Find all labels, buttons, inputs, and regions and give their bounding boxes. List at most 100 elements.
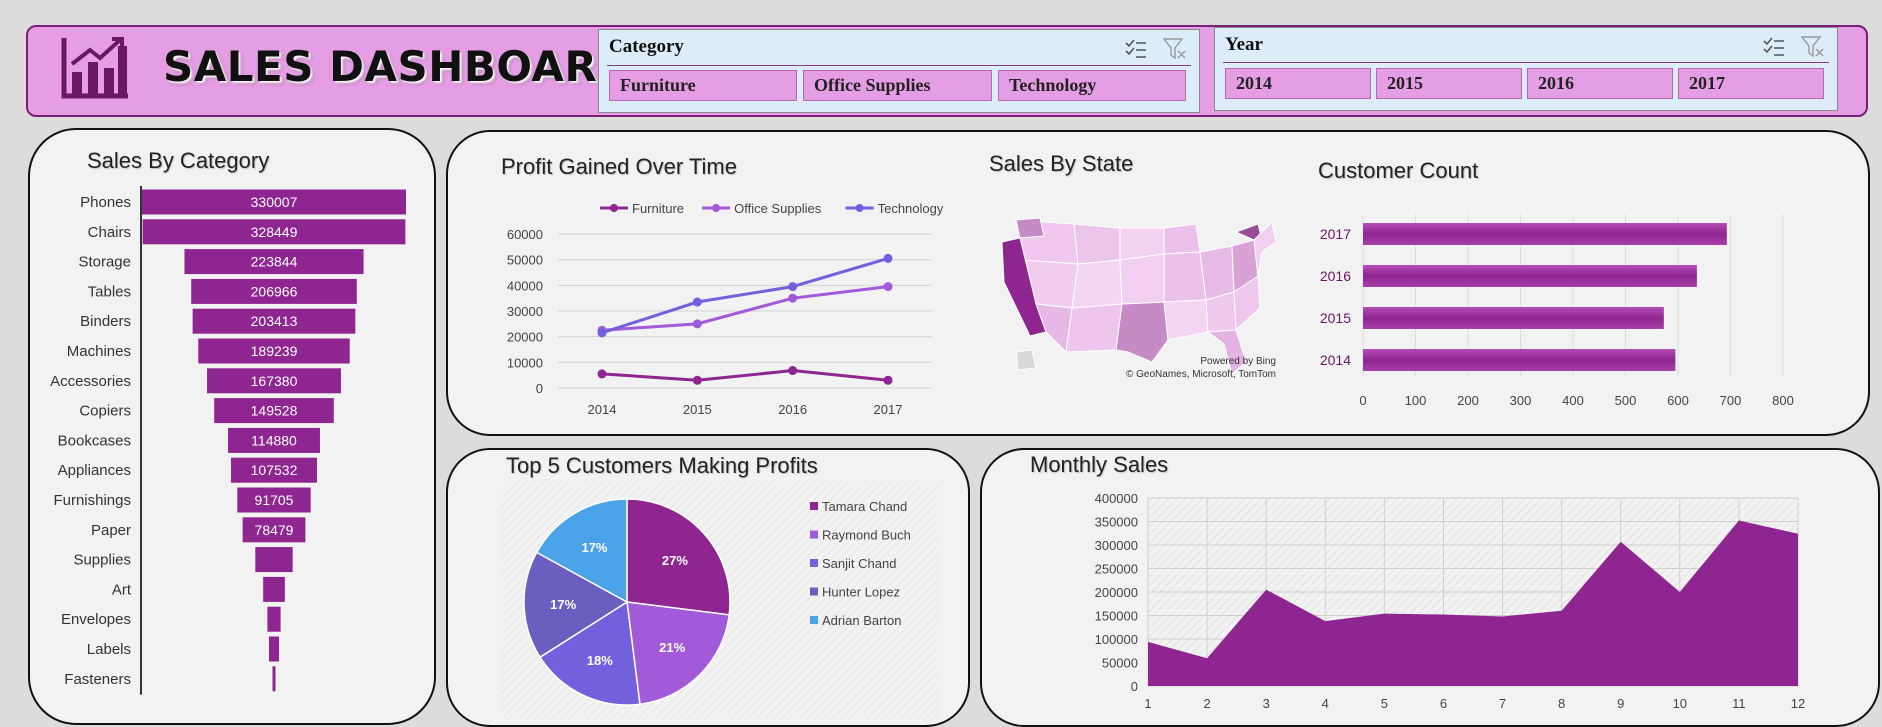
legend-label: Sanjit Chand [822, 556, 896, 571]
x-tick-label: 3 [1263, 696, 1270, 711]
year-slicer: Year 2014 2015 2016 2017 [1214, 27, 1838, 111]
y-tick-label: 300000 [1095, 538, 1138, 553]
category-label: Copiers [79, 403, 131, 420]
x-tick-label: 10 [1673, 696, 1687, 711]
pie-value-label: 21% [659, 640, 685, 655]
category-value-label: 189239 [251, 343, 298, 359]
slicer-item-2015[interactable]: 2015 [1376, 68, 1522, 99]
year-label: 2016 [1320, 268, 1351, 284]
legend-item: Technology [845, 201, 944, 216]
y-tick-label: 400000 [1095, 491, 1138, 506]
category-value-label: 223844 [251, 254, 298, 270]
x-tick-label: 0 [1359, 393, 1366, 408]
category-label: Furnishings [53, 492, 131, 509]
x-tick-label: 800 [1772, 393, 1794, 408]
slicer-item-2017[interactable]: 2017 [1678, 68, 1824, 99]
category-label: Supplies [73, 552, 131, 569]
category-value-label: 91705 [255, 492, 294, 508]
series-point [692, 297, 702, 307]
pie-value-label: 17% [581, 540, 607, 555]
slicer-item-technology[interactable]: Technology [998, 70, 1186, 101]
pie-value-label: 17% [550, 597, 576, 612]
legend-label: Raymond Buch [822, 528, 911, 543]
customer-count-title: Customer Count [1318, 158, 1479, 183]
bar-chart-growth-icon [61, 37, 128, 99]
multi-select-icon[interactable] [1125, 38, 1147, 60]
sales-by-category-title: Sales By Category [87, 148, 270, 173]
customer-count-bar [1363, 307, 1664, 329]
y-tick-label: 350000 [1095, 515, 1138, 530]
slicer-item-2016[interactable]: 2016 [1527, 68, 1673, 99]
pie-value-label: 27% [662, 553, 688, 568]
series-point [788, 366, 798, 376]
category-value-label: 206966 [251, 283, 298, 299]
legend-swatch [810, 616, 818, 624]
series-point [692, 375, 702, 385]
profit-over-time-title: Profit Gained Over Time [501, 154, 737, 179]
category-value-label: 330007 [251, 194, 298, 210]
year-slicer-title: Year [1225, 34, 1263, 55]
y-tick-label: 10000 [507, 355, 543, 370]
x-tick-label: 8 [1558, 696, 1565, 711]
category-label: Binders [80, 313, 131, 330]
y-tick-label: 0 [1131, 679, 1138, 694]
series-line [601, 256, 889, 335]
x-tick-label: 2017 [874, 402, 903, 417]
x-tick-label: 700 [1720, 393, 1742, 408]
slicer-item-2014[interactable]: 2014 [1225, 68, 1371, 99]
category-value-label: 114880 [251, 432, 297, 448]
category-value-label: 328449 [251, 224, 298, 240]
y-tick-label: 50000 [1102, 656, 1138, 671]
x-tick-label: 11 [1732, 696, 1746, 711]
category-label: Phones [80, 194, 131, 211]
us-states-map: Powered by Bing © GeoNames, Microsoft, T… [1001, 217, 1276, 380]
y-tick-label: 30000 [507, 304, 543, 319]
x-tick-label: 300 [1510, 393, 1532, 408]
x-tick-label: 7 [1499, 696, 1506, 711]
y-tick-label: 40000 [507, 278, 543, 293]
y-tick-label: 60000 [507, 227, 543, 242]
category-label: Tables [88, 283, 131, 300]
category-label: Appliances [58, 462, 131, 479]
category-value-label: 78479 [255, 522, 294, 538]
sales-by-state-title: Sales By State [989, 151, 1134, 176]
top-customers-pie-chart: 27% 21% 18% 17% 17% Tamara Chand Raymond Buch S… [500, 482, 940, 718]
series-point [883, 282, 893, 292]
map-credit-bing: Powered by Bing [1200, 356, 1276, 367]
legend-swatch [810, 502, 818, 510]
multi-select-icon[interactable] [1763, 36, 1785, 58]
series-point [788, 282, 798, 292]
category-bar [269, 636, 279, 662]
series-point [788, 293, 798, 303]
x-tick-label: 6 [1440, 696, 1447, 711]
category-value-label: 149528 [251, 403, 298, 419]
series-point [883, 253, 893, 263]
y-tick-label: 0 [536, 381, 543, 396]
x-tick-label: 12 [1791, 696, 1805, 711]
x-tick-label: 2015 [683, 402, 712, 417]
y-tick-label: 50000 [507, 253, 543, 268]
category-label: Chairs [88, 224, 131, 241]
clear-filter-icon[interactable] [1801, 36, 1825, 58]
year-label: 2014 [1320, 352, 1351, 368]
category-label: Envelopes [61, 611, 131, 628]
category-bar [267, 606, 281, 632]
slicer-item-furniture[interactable]: Furniture [609, 70, 797, 101]
category-bar [263, 576, 285, 602]
x-tick-label: 4 [1322, 696, 1329, 711]
dashboard-title: SALES DASHBOARD [163, 42, 633, 91]
pie-value-label: 18% [587, 653, 613, 668]
legend-label: Adrian Barton [822, 613, 902, 628]
legend-swatch [810, 559, 818, 567]
x-tick-label: 200 [1457, 393, 1479, 408]
x-tick-label: 2016 [778, 402, 807, 417]
legend-item: Furniture [600, 201, 684, 216]
clear-filter-icon[interactable] [1163, 38, 1187, 60]
category-value-label: 107532 [251, 462, 298, 478]
slicer-item-office-supplies[interactable]: Office Supplies [803, 70, 992, 101]
divider [1223, 62, 1829, 63]
legend-swatch [810, 530, 818, 539]
series-point [597, 328, 607, 338]
year-label: 2017 [1320, 226, 1351, 242]
category-slicer-title: Category [609, 36, 684, 57]
